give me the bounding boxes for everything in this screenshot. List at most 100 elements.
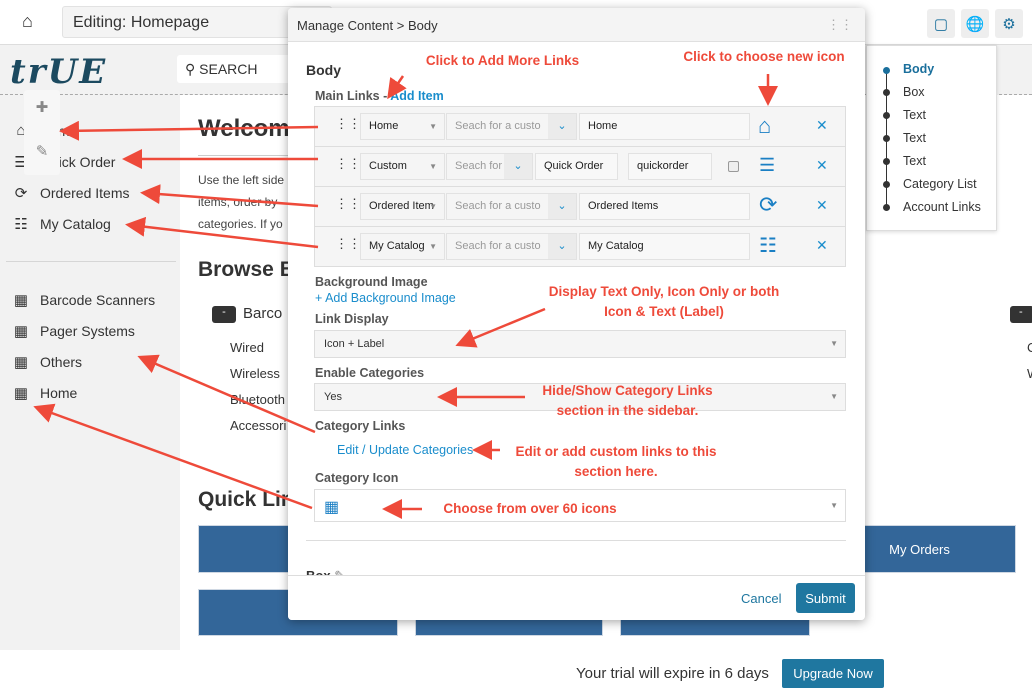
intro-text: Use the left side <box>198 173 285 187</box>
annotation-enable-categories: Hide/Show Category Links section in the … <box>542 383 713 418</box>
sidebar-category-pager-systems[interactable]: ▦ Pager Systems <box>12 322 135 340</box>
submit-button[interactable]: Submit <box>796 583 855 613</box>
chevron-down-icon: ⌄ <box>548 234 576 259</box>
th-list-icon: ☷ <box>14 216 28 233</box>
remove-icon[interactable]: ✕ <box>816 117 828 134</box>
annotation-category-links: Edit or add custom links to this section… <box>515 444 717 479</box>
upgrade-button[interactable]: Upgrade Now <box>782 659 884 688</box>
remove-icon[interactable]: ✕ <box>816 197 828 214</box>
chevron-down-icon: ⌄ <box>548 114 576 139</box>
sidebar-category-others[interactable]: ▦ Others <box>12 353 82 371</box>
intro-text: items, order by <box>198 195 278 209</box>
th-list-icon[interactable]: ☷ <box>759 233 777 258</box>
edit-tools: ✚ ✎ <box>24 90 60 175</box>
link-label-input[interactable]: Home <box>579 113 750 140</box>
sidebar-item-my-catalog[interactable]: ☷ My Catalog <box>12 215 111 233</box>
divider <box>6 261 176 262</box>
grid-icon: ▦ <box>324 499 340 516</box>
trial-text: Your trial will expire in 6 days <box>576 665 769 682</box>
chevron-down-icon: ⌄ <box>504 154 532 179</box>
cancel-button[interactable]: Cancel <box>741 591 781 606</box>
plus-icon[interactable]: ✚ <box>24 98 60 116</box>
logo[interactable]: trUE <box>10 52 107 92</box>
outline-dot <box>883 89 890 96</box>
page-search-input[interactable]: Seach for ⌄ <box>446 153 533 180</box>
page-search-input[interactable]: Seach for a custo ⌄ <box>446 113 577 140</box>
subcategory-link[interactable]: Bluetooth <box>230 392 285 407</box>
sidebar-item-ordered-items[interactable]: ⟳ Ordered Items <box>12 184 130 202</box>
enable-categories-label: Enable Categories <box>315 366 425 380</box>
page-search-input[interactable]: Seach for a custo ⌄ <box>446 233 577 260</box>
link-url-input[interactable]: quickorder <box>628 153 712 180</box>
subcategory-link[interactable]: Accessori <box>230 418 286 433</box>
annotation-choose-icon: Click to choose new icon <box>683 49 845 64</box>
intro-text: categories. If yo <box>198 217 283 231</box>
divider <box>306 540 846 541</box>
add-item-link[interactable]: Add Item <box>390 89 443 103</box>
subcategory-link[interactable]: C <box>1027 340 1032 355</box>
drag-handle-icon[interactable]: ⋮⋮ <box>827 17 853 33</box>
gear-icon[interactable]: ⚙ <box>995 9 1023 38</box>
modal-header[interactable]: Manage Content > Body ⋮⋮ <box>288 8 865 42</box>
subcategory-link[interactable]: Wired <box>230 340 264 355</box>
subcategory-link[interactable]: W <box>1027 366 1032 381</box>
edit-categories-link[interactable]: Edit / Update Categories <box>337 443 473 457</box>
outline-item[interactable]: Category List <box>903 177 977 191</box>
outline-item[interactable]: Text <box>903 154 926 168</box>
label: Others <box>40 354 83 370</box>
outline-item[interactable]: Text <box>903 108 926 122</box>
outline-item[interactable]: Text <box>903 131 926 145</box>
annotation-add-links: Click to Add More Links <box>425 53 580 68</box>
list-icon[interactable]: ☰ <box>759 155 775 176</box>
desktop-icon[interactable]: ▢ <box>927 9 955 38</box>
link-label-input[interactable]: Quick Order <box>535 153 618 180</box>
category-title: Barco <box>243 305 283 322</box>
link-label-input[interactable]: My Catalog <box>579 233 750 260</box>
subcategory-link[interactable]: Wireless <box>230 366 280 381</box>
outline-panel: Body Box Text Text Text Category List Ac… <box>866 45 997 231</box>
search-label: SEARCH <box>199 61 258 77</box>
breadcrumb: Manage Content > Body <box>297 18 438 33</box>
outline-dot <box>883 158 890 165</box>
section-title: Body <box>306 62 341 78</box>
pencil-icon[interactable]: ✎ <box>24 142 60 160</box>
link-display-label: Link Display <box>315 312 389 326</box>
home-icon[interactable]: ⌂ <box>22 11 33 32</box>
refresh-icon[interactable]: ⟳ <box>759 192 777 218</box>
label: Home <box>40 385 78 401</box>
page-search-input[interactable]: Seach for a custo ⌄ <box>446 193 577 220</box>
collapse-button[interactable]: - <box>212 306 236 323</box>
add-background-image-link[interactable]: + Add Background Image <box>315 291 456 305</box>
outline-item[interactable]: Account Links <box>903 200 981 214</box>
annotation-link-display: Display Text Only, Icon Only or both Ico… <box>548 284 780 319</box>
globe-cursor-icon[interactable]: 🌐 <box>961 9 989 38</box>
remove-icon[interactable]: ✕ <box>816 237 828 254</box>
modal-footer: Cancel Submit <box>288 575 865 620</box>
drag-handle-icon[interactable]: ⋮⋮ <box>335 116 361 132</box>
home-icon[interactable]: ⌂ <box>758 113 771 139</box>
drag-handle-icon[interactable]: ⋮⋮ <box>335 196 361 212</box>
outline-item[interactable]: Box <box>903 85 925 99</box>
search-button[interactable]: ⚲ SEARCH <box>177 55 297 83</box>
grid-icon: ▦ <box>13 385 29 402</box>
label: Barcode Scanners <box>40 292 156 308</box>
drag-handle-icon[interactable]: ⋮⋮ <box>335 236 361 252</box>
link-type-select[interactable]: Ordered Item ▼ <box>360 193 445 220</box>
grid-icon: ▦ <box>13 323 29 340</box>
link-display-select[interactable]: Icon + Label ▼ <box>314 330 846 358</box>
outline-item-body[interactable]: Body <box>903 62 934 76</box>
sidebar-category-barcode-scanners[interactable]: ▦ Barcode Scanners <box>12 291 155 309</box>
link-type-select[interactable]: My Catalog ▼ <box>360 233 445 260</box>
remove-icon[interactable]: ✕ <box>816 157 828 174</box>
drag-handle-icon[interactable]: ⋮⋮ <box>335 156 361 172</box>
sidebar-category-home[interactable]: ▦ Home <box>12 384 77 402</box>
main-links-label: Main Links - <box>315 89 391 103</box>
link-row: ⋮⋮ Ordered Item ▼ Seach for a custo ⌄ Orde… <box>314 186 846 226</box>
link-label-input[interactable]: Ordered Items <box>579 193 750 220</box>
link-type-select[interactable]: Custom ▼ <box>360 153 445 180</box>
outline-dot <box>883 112 890 119</box>
link-type-select[interactable]: Home ▼ <box>360 113 445 140</box>
label: Ordered Items <box>40 185 130 201</box>
new-window-checkbox[interactable] <box>728 161 739 172</box>
collapse-button[interactable]: - <box>1010 306 1032 323</box>
